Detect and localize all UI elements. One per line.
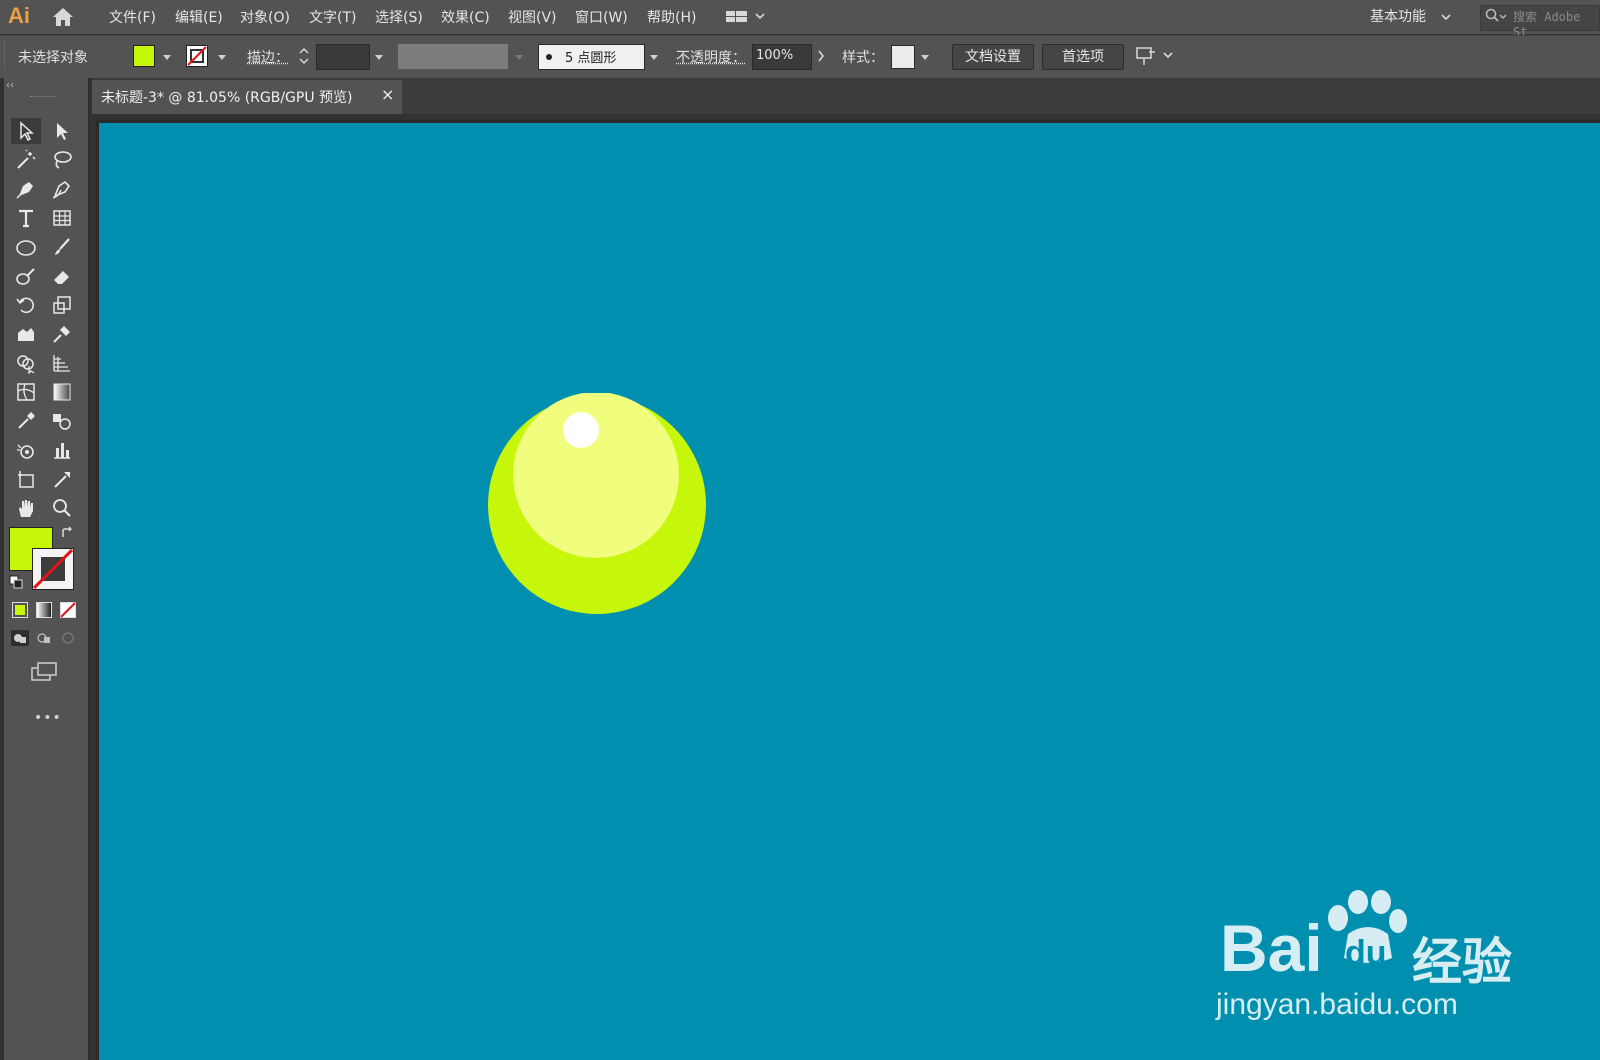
- watermark-brand: Bai: [1220, 911, 1323, 985]
- document-setup-button[interactable]: 文档设置: [952, 44, 1034, 70]
- chevron-down-icon[interactable]: [1440, 10, 1452, 26]
- selection-status: 未选择对象: [18, 50, 88, 66]
- style-label: 样式：: [842, 50, 884, 66]
- menu-view[interactable]: 视图(V): [508, 7, 557, 27]
- ellipse-tool-icon[interactable]: [11, 234, 41, 260]
- control-bar-grip[interactable]: [4, 42, 8, 70]
- slice-tool-icon[interactable]: [47, 466, 77, 492]
- brush-label: 5 点圆形: [565, 51, 617, 66]
- menu-object[interactable]: 对象(O): [240, 7, 290, 27]
- variable-width-profile[interactable]: [398, 44, 508, 69]
- color-mode-icon[interactable]: [12, 602, 28, 618]
- menu-help[interactable]: 帮助(H): [647, 7, 696, 27]
- opacity-value: 100%: [756, 48, 794, 63]
- selection-tool-icon[interactable]: [11, 118, 41, 144]
- chevron-down-icon[interactable]: [375, 55, 383, 60]
- chevron-down-icon[interactable]: [163, 55, 171, 60]
- preferences-button[interactable]: 首选项: [1042, 44, 1124, 70]
- blend-tool-icon[interactable]: [47, 408, 77, 434]
- menu-type[interactable]: 文字(T): [309, 7, 356, 27]
- menu-effect[interactable]: 效果(C): [441, 7, 490, 27]
- artwork-ball[interactable]: [485, 393, 709, 617]
- draw-inside-icon[interactable]: [59, 630, 77, 650]
- mesh-tool-icon[interactable]: [11, 379, 41, 405]
- artboard-tool-icon[interactable]: [11, 466, 41, 492]
- eraser-tool-icon[interactable]: [47, 263, 77, 289]
- fill-swatch[interactable]: [133, 45, 155, 67]
- collapse-panel-icon[interactable]: ‹‹: [6, 80, 14, 91]
- rotate-tool-icon[interactable]: [11, 292, 41, 318]
- shaper-tool-icon[interactable]: [11, 263, 41, 289]
- draw-normal-icon[interactable]: [11, 630, 29, 650]
- tools-panel-grip[interactable]: [30, 96, 56, 99]
- draw-behind-icon[interactable]: [35, 630, 53, 650]
- watermark-brand-du: du: [1345, 934, 1387, 972]
- menu-select[interactable]: 选择(S): [375, 7, 423, 27]
- shape-builder-tool-icon[interactable]: [11, 350, 41, 376]
- chevron-down-icon[interactable]: [921, 55, 929, 60]
- watermark-brand-cn: 经验: [1412, 933, 1512, 991]
- symbol-sprayer-tool-icon[interactable]: [11, 437, 41, 463]
- ball-inner-highlight: [513, 393, 679, 558]
- ball-specular-spot: [563, 412, 599, 448]
- chevron-down-icon[interactable]: [218, 55, 226, 60]
- stroke-weight-stepper[interactable]: [298, 44, 310, 72]
- eyedropper-tool-icon[interactable]: [11, 408, 41, 434]
- chevron-down-icon[interactable]: [650, 55, 658, 60]
- app-logo: Ai: [8, 3, 30, 28]
- hand-tool-icon[interactable]: [11, 495, 41, 521]
- stroke-swatch[interactable]: [186, 45, 208, 67]
- none-mode-icon[interactable]: [60, 602, 76, 622]
- table-grid-tool-icon[interactable]: [47, 205, 77, 231]
- perspective-grid-tool-icon[interactable]: [47, 350, 77, 376]
- menu-window[interactable]: 窗口(W): [575, 7, 628, 27]
- scale-tool-icon[interactable]: [47, 292, 77, 318]
- graphic-style-swatch[interactable]: [891, 45, 915, 69]
- direct-selection-tool-icon[interactable]: [47, 118, 77, 144]
- pen-tool-icon[interactable]: [11, 176, 41, 202]
- stroke-label[interactable]: 描边：: [247, 47, 289, 67]
- curvature-tool-icon[interactable]: [47, 176, 77, 202]
- opacity-label[interactable]: 不透明度：: [676, 47, 746, 67]
- chevron-right-icon[interactable]: [816, 49, 826, 67]
- gradient-mode-icon[interactable]: [36, 602, 52, 618]
- menu-file[interactable]: 文件(F): [109, 7, 156, 27]
- watermark-url: jingyan.baidu.com: [1216, 988, 1458, 1021]
- chevron-down-icon: [515, 55, 523, 60]
- home-icon[interactable]: [52, 7, 74, 31]
- paintbrush-tool-icon[interactable]: [47, 234, 77, 260]
- menu-edit[interactable]: 编辑(E): [175, 7, 223, 27]
- close-icon[interactable]: ×: [381, 85, 394, 104]
- arrange-documents-icon[interactable]: [726, 9, 766, 29]
- screen-mode-icon[interactable]: [30, 660, 58, 686]
- type-tool-icon[interactable]: [11, 205, 41, 231]
- gradient-tool-icon[interactable]: [47, 379, 77, 405]
- stroke-weight-input[interactable]: [316, 44, 370, 70]
- stroke-color-swatch[interactable]: [32, 548, 74, 590]
- search-icon: [1485, 8, 1507, 28]
- warp-tool-icon[interactable]: [11, 321, 41, 347]
- swap-fill-stroke-icon[interactable]: [60, 526, 74, 544]
- lasso-tool-icon[interactable]: [47, 147, 77, 173]
- puppet-warp-tool-icon[interactable]: [47, 321, 77, 347]
- edit-toolbar-button[interactable]: •••: [34, 710, 62, 726]
- baidu-jingyan-watermark: Bai du 经验 jingyan.baidu.com: [1216, 870, 1520, 1021]
- brush-dot-icon: [546, 54, 552, 60]
- zoom-tool-icon[interactable]: [47, 495, 77, 521]
- workspace-switcher[interactable]: 基本功能: [1370, 6, 1426, 26]
- arrange-panel-icon[interactable]: [1135, 45, 1175, 71]
- default-fill-stroke-icon[interactable]: [9, 575, 23, 593]
- magic-wand-tool-icon[interactable]: [11, 147, 41, 173]
- document-tab-label: 未标题-3* @ 81.05% (RGB/GPU 预览): [101, 90, 353, 106]
- column-graph-tool-icon[interactable]: [47, 437, 77, 463]
